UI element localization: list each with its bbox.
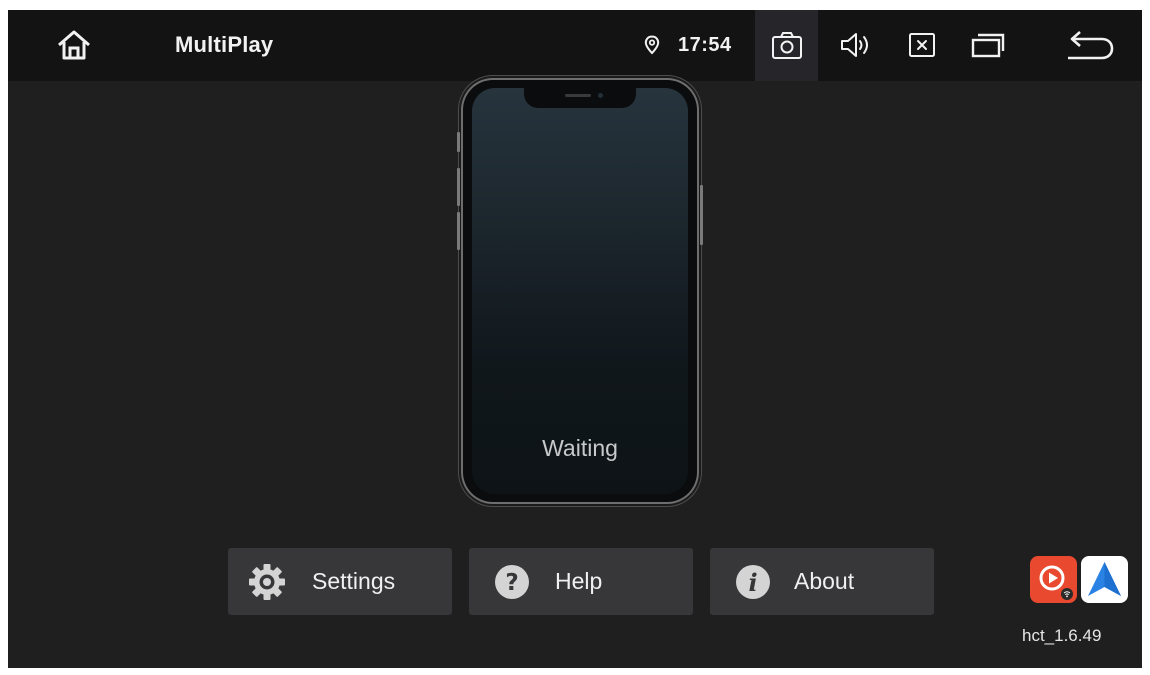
home-icon (58, 30, 90, 60)
version-label: hct_1.6.49 (1022, 626, 1102, 645)
recent-apps-icon (971, 33, 1005, 58)
location-pin-icon (640, 32, 664, 58)
info-icon: i (734, 563, 772, 601)
volume-button[interactable] (828, 20, 884, 70)
phone-power-button (700, 185, 703, 245)
phone-notch (524, 88, 636, 108)
svg-text:i: i (748, 568, 757, 597)
question-mark-icon: ? (493, 563, 531, 601)
connection-apps (1030, 556, 1130, 606)
back-button[interactable] (1056, 20, 1124, 70)
connection-status: Waiting (542, 435, 618, 461)
recent-apps-button[interactable] (958, 20, 1018, 70)
phone-volume-down (457, 212, 460, 250)
phone-speaker (565, 94, 591, 97)
help-label: Help (555, 568, 603, 594)
phone-volume-up (457, 168, 460, 206)
volume-icon (841, 33, 868, 57)
about-label: About (794, 568, 855, 594)
gear-icon (248, 563, 286, 601)
android-auto-icon[interactable] (1081, 556, 1128, 603)
multiplay-screen: MultiPlay 17:54 Waiting Settings ? Help … (8, 10, 1142, 668)
screenshot-button[interactable] (755, 10, 818, 81)
phone-illustration: Waiting (457, 80, 703, 502)
app-title: MultiPlay (175, 32, 274, 57)
help-button[interactable]: ? Help (469, 548, 693, 615)
svg-text:?: ? (505, 570, 518, 596)
screenshot-icon (771, 31, 802, 59)
back-icon (1068, 31, 1114, 60)
status-bar: MultiPlay 17:54 (8, 10, 1142, 81)
phone-mute-switch (457, 132, 460, 152)
settings-button[interactable]: Settings (228, 548, 452, 615)
clock: 17:54 (678, 33, 732, 56)
phone-screen: Waiting (472, 88, 688, 494)
close-app-icon (909, 33, 935, 57)
settings-label: Settings (312, 568, 396, 594)
close-app-button[interactable] (894, 20, 950, 70)
home-button[interactable] (36, 20, 112, 70)
about-button[interactable]: i About (710, 548, 934, 615)
phone-camera (598, 93, 603, 98)
carplay-icon[interactable] (1030, 556, 1077, 603)
